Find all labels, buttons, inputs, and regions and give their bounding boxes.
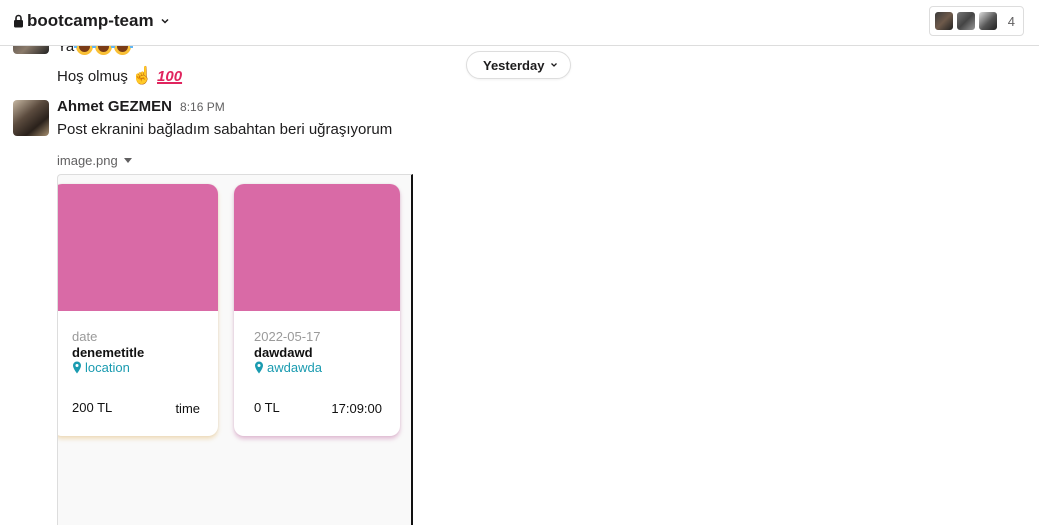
channel-name: bootcamp-team bbox=[27, 11, 154, 30]
chevron-down-icon bbox=[551, 63, 558, 67]
message-line: Hoş olmuş ☝ 100 bbox=[57, 66, 182, 86]
card-price: 0 TL bbox=[254, 400, 280, 415]
message-timestamp[interactable]: 8:16 PM bbox=[180, 100, 225, 114]
message-line: Ya bbox=[57, 46, 134, 55]
hundred-points-emoji: 100 bbox=[157, 67, 183, 85]
card-price: 200 TL bbox=[72, 400, 113, 415]
member-avatar bbox=[955, 11, 976, 31]
location-pin-icon bbox=[73, 361, 81, 374]
post-card: date denemetitle location 200 TL time bbox=[58, 184, 218, 436]
attachment-filename: image.png bbox=[57, 153, 118, 168]
member-avatar bbox=[977, 11, 998, 31]
card-time: 17:09:00 bbox=[331, 401, 382, 416]
card-location-text: awdawda bbox=[267, 360, 322, 375]
message-text: Ya bbox=[57, 46, 75, 55]
card-image bbox=[234, 184, 400, 311]
card-title: dawdawd bbox=[254, 345, 313, 360]
message-list: Ya Hoş olmuş ☝ 100 Yesterday Ahmet GEZME… bbox=[0, 46, 1039, 525]
caret-down-icon bbox=[123, 158, 132, 163]
date-divider-button[interactable]: Yesterday bbox=[466, 51, 572, 79]
message-text: Post ekranini bağladım sabahtan beri uğr… bbox=[57, 121, 393, 138]
card-title: denemetitle bbox=[72, 345, 145, 360]
card-location: location bbox=[72, 360, 130, 375]
card-image bbox=[58, 184, 218, 311]
channel-header: bootcamp-team 4 bbox=[0, 0, 1039, 46]
laughing-tears-emoji bbox=[93, 46, 115, 55]
card-date: 2022-05-17 bbox=[254, 329, 321, 344]
avatar[interactable] bbox=[13, 100, 49, 136]
avatar[interactable] bbox=[13, 46, 49, 54]
members-button[interactable]: 4 bbox=[928, 6, 1024, 36]
message-text: Hoş olmuş bbox=[57, 67, 128, 85]
location-pin-icon bbox=[255, 361, 263, 374]
date-divider-label: Yesterday bbox=[483, 57, 545, 73]
card-location: awdawda bbox=[254, 360, 322, 375]
member-avatar bbox=[933, 11, 954, 31]
message-header: Ahmet GEZMEN 8:16 PM bbox=[57, 98, 225, 115]
laughing-tears-emoji bbox=[112, 46, 134, 55]
ok-hand-emoji: ☝ bbox=[131, 66, 154, 85]
laughing-tears-emoji bbox=[74, 46, 96, 55]
post-card: 2022-05-17 dawdawd awdawda 0 TL 17:09:00 bbox=[234, 184, 400, 436]
card-date: date bbox=[72, 329, 98, 344]
channel-name-button[interactable]: bootcamp-team bbox=[13, 11, 170, 31]
attachment-toggle[interactable]: image.png bbox=[57, 153, 132, 168]
image-attachment[interactable]: date denemetitle location 200 TL time 20… bbox=[57, 174, 413, 525]
member-count: 4 bbox=[1007, 13, 1015, 29]
chevron-down-icon bbox=[161, 18, 169, 24]
card-time: time bbox=[175, 401, 200, 416]
lock-icon bbox=[14, 14, 23, 28]
card-location-text: location bbox=[85, 360, 130, 375]
sender-name[interactable]: Ahmet GEZMEN bbox=[57, 98, 172, 115]
